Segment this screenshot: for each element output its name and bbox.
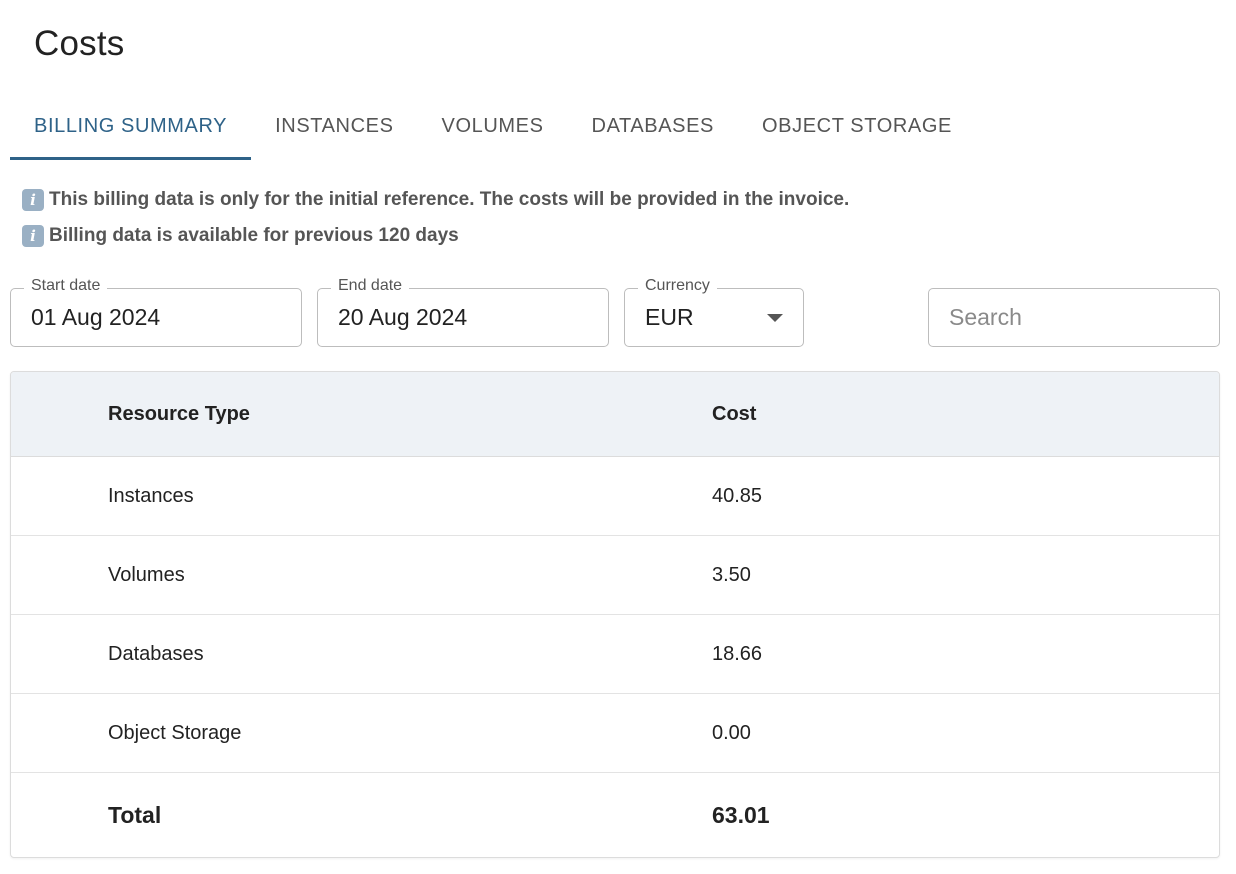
tab-volumes[interactable]: VOLUMES <box>418 92 568 160</box>
resource-type-cell: Instances <box>108 484 194 507</box>
currency-select[interactable]: Currency EUR <box>624 277 804 347</box>
tab-label: INSTANCES <box>275 114 394 137</box>
end-date-value[interactable]: 20 Aug 2024 <box>338 304 467 331</box>
start-date-value[interactable]: 01 Aug 2024 <box>31 304 160 331</box>
note-text: Billing data is available for previous 1… <box>49 225 459 246</box>
table-row: Databases 18.66 <box>11 615 1219 694</box>
tab-label: VOLUMES <box>441 114 544 137</box>
currency-value[interactable]: EUR <box>645 304 694 331</box>
start-date-field[interactable]: Start date 01 Aug 2024 <box>10 277 302 347</box>
currency-label: Currency <box>638 277 717 295</box>
tab-label: OBJECT STORAGE <box>762 114 952 137</box>
column-header-cost[interactable]: Cost <box>712 403 756 426</box>
tab-label: DATABASES <box>591 114 715 137</box>
note-text: This billing data is only for the initia… <box>49 189 850 210</box>
tab-billing-summary[interactable]: BILLING SUMMARY <box>10 92 252 160</box>
info-notes: i This billing data is only for the init… <box>22 188 849 260</box>
tab-instances[interactable]: INSTANCES <box>251 92 417 160</box>
resource-type-cell: Object Storage <box>108 721 242 744</box>
billing-availability-note: i Billing data is available for previous… <box>22 224 849 248</box>
table-row: Volumes 3.50 <box>11 536 1219 615</box>
tab-object-storage[interactable]: OBJECT STORAGE <box>738 92 976 160</box>
tab-bar: BILLING SUMMARY INSTANCES VOLUMES DATABA… <box>10 92 976 160</box>
cost-cell: 3.50 <box>712 563 751 586</box>
info-icon: i <box>22 189 44 211</box>
caret-down-icon[interactable] <box>767 314 783 322</box>
end-date-field[interactable]: End date 20 Aug 2024 <box>317 277 609 347</box>
billing-reference-note: i This billing data is only for the init… <box>22 188 849 212</box>
column-header-resource-type[interactable]: Resource Type <box>108 403 712 426</box>
cost-cell: 0.00 <box>712 721 751 744</box>
cost-cell: 18.66 <box>712 642 763 665</box>
table-row: Object Storage 0.00 <box>11 694 1219 773</box>
total-cost: 63.01 <box>712 801 770 828</box>
tab-label: BILLING SUMMARY <box>34 114 228 137</box>
billing-summary-table: Resource Type Cost Instances 40.85 Volum… <box>10 371 1220 858</box>
search-input[interactable] <box>928 288 1220 347</box>
costs-page: Costs BILLING SUMMARY INSTANCES VOLUMES … <box>0 0 1236 874</box>
end-date-label: End date <box>331 277 410 295</box>
resource-type-cell: Volumes <box>108 563 185 586</box>
resource-type-cell: Databases <box>108 642 204 665</box>
total-row: Total 63.01 <box>11 773 1219 857</box>
page-title: Costs <box>34 24 125 63</box>
tab-databases[interactable]: DATABASES <box>568 92 738 160</box>
table-row: Instances 40.85 <box>11 457 1219 536</box>
total-label: Total <box>108 801 162 828</box>
table-header: Resource Type Cost <box>11 372 1219 457</box>
start-date-label: Start date <box>24 277 108 295</box>
info-icon: i <box>22 225 44 247</box>
cost-cell: 40.85 <box>712 484 763 507</box>
